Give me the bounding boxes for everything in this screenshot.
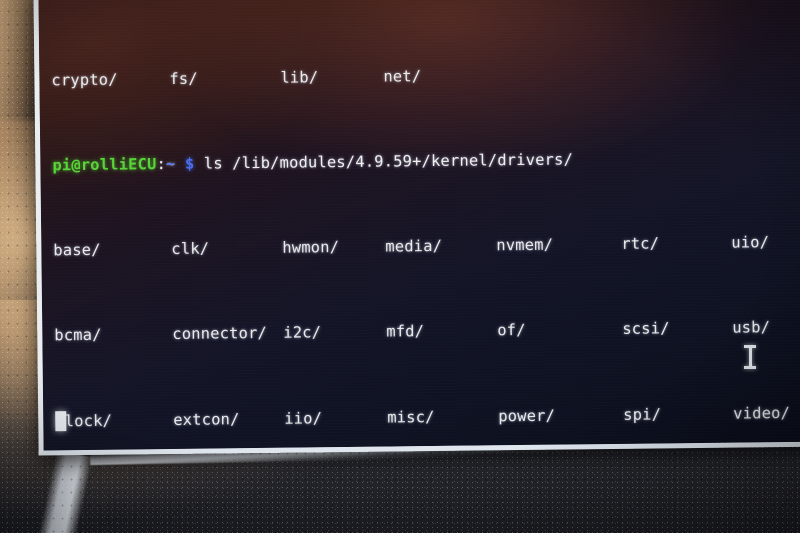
dir-cell: clk/: [171, 239, 210, 259]
dir-cell: bcma/: [54, 326, 102, 345]
terminal-output: crypto/fs/lib/net/ pi@rolliECU:~ $ ls /l…: [51, 0, 800, 450]
dir-cell: lib/: [280, 68, 319, 87]
dir-cell: crypto/: [51, 70, 118, 90]
scrollback-row: crypto/fs/lib/net/: [51, 61, 800, 91]
dir-cell: hwmon/: [282, 238, 340, 257]
terminal-surface[interactable]: crypto/fs/lib/net/ pi@rolliECU:~ $ ls /l…: [38, 0, 800, 451]
dir-cell: net/: [383, 67, 422, 86]
dir-cell: media/: [385, 237, 443, 256]
dir-cell: extcon/: [173, 409, 240, 429]
dir-cell: usb/: [732, 318, 771, 338]
dir-cell: fs/: [169, 69, 198, 88]
dir-cell: video/: [733, 403, 791, 423]
dir-cell: mfd/: [386, 322, 425, 341]
dir-cell: spi/: [623, 405, 662, 424]
dir-cell: scsi/: [622, 319, 670, 339]
prompt-line-1[interactable]: pi@rolliECU:~ $ ls /lib/modules/4.9.59+/…: [52, 147, 800, 177]
prompt-cwd: ~: [165, 155, 176, 174]
prompt-colon: :: [156, 155, 167, 174]
dir-cell: misc/: [387, 407, 435, 427]
dir-cell: connector/: [172, 324, 268, 344]
dir-cell: i2c/: [283, 323, 322, 343]
table-row: base/clk/hwmon/media/nvmem/rtc/uio/: [53, 232, 800, 262]
photo-scene: crypto/fs/lib/net/ pi@rolliECU:~ $ ls /l…: [0, 0, 800, 533]
prompt-dollar: $: [184, 154, 195, 173]
dir-cell: block/: [55, 411, 113, 430]
terminal-block-cursor: [55, 411, 67, 432]
dir-cell: rtc/: [621, 234, 660, 254]
dir-cell: uio/: [731, 233, 770, 252]
table-row: bcma/connector/i2c/mfd/of/scsi/usb/: [54, 317, 800, 347]
i-beam-cursor: [744, 345, 756, 369]
dir-cell: of/: [497, 321, 526, 340]
dir-cell: power/: [498, 406, 556, 425]
ibeam-bottom-bar: [744, 366, 756, 369]
dir-cell: iio/: [284, 408, 323, 428]
prompt-user-host: pi@rolliECU: [52, 155, 157, 175]
dir-cell: nvmem/: [496, 235, 554, 255]
command-text: ls /lib/modules/4.9.59+/kernel/drivers/: [203, 150, 574, 173]
terminal-window[interactable]: crypto/fs/lib/net/ pi@rolliECU:~ $ ls /l…: [33, 0, 800, 456]
table-row: block/extcon/iio/misc/power/spi/video/: [55, 402, 800, 432]
dir-cell: base/: [53, 241, 101, 260]
ibeam-stem: [748, 348, 752, 366]
